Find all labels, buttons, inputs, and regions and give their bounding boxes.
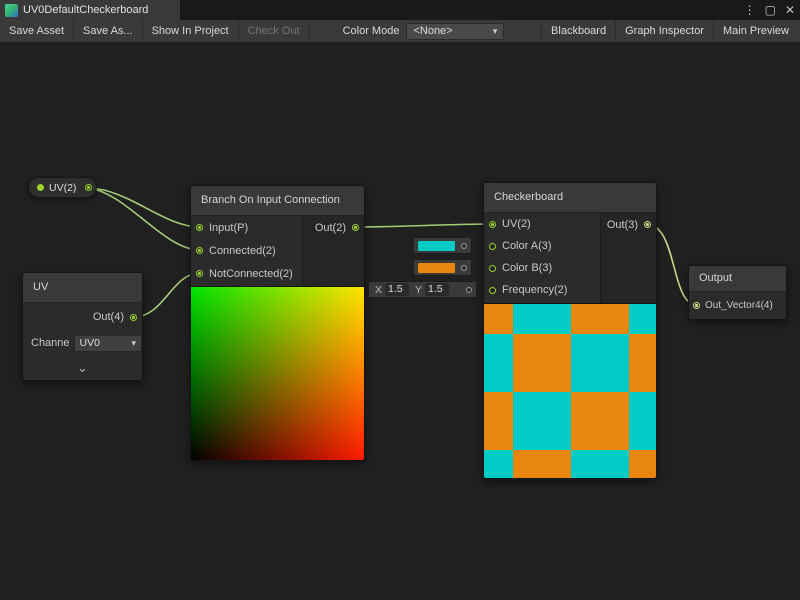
save-asset-button[interactable]: Save Asset [0,20,73,42]
checkerboard-node-header[interactable]: Checkerboard [484,183,656,213]
toolbar-right-group: Blackboard Graph Inspector Main Preview [541,20,798,42]
chevron-down-icon: ▾ [493,26,498,37]
branch-notconnected-label: NotConnected(2) [209,268,293,280]
toolbar: Save Asset Save As... Show In Project Ch… [0,20,800,43]
chevron-down-icon: ▾ [131,338,136,349]
checkerboard-color-b-port[interactable] [489,265,496,272]
branch-uv-gradient-preview [191,286,364,460]
output-input-row: Out_Vector4(4) [689,292,786,319]
checkerboard-frequency-label: Frequency(2) [502,284,567,296]
branch-connected-label: Connected(2) [209,245,276,257]
widget-connector-dot [461,265,467,271]
frequency-y-label: Y [415,284,422,296]
color-mode-value: <None> [413,24,488,39]
checkerboard-color-a-port[interactable] [489,243,496,250]
branch-connected-port[interactable] [196,247,203,254]
branch-output-column: Out(2) [302,216,364,286]
output-node-header[interactable]: Output [689,266,786,292]
checkerboard-out-label: Out(3) [607,219,638,231]
uv-node[interactable]: UV Out(4) Channe UV0 ▾ ⌄ [22,272,143,381]
uv-out4-port[interactable] [130,314,137,321]
show-in-project-button[interactable]: Show In Project [143,20,238,42]
node-collapse-chevron-icon[interactable]: ⌄ [23,355,142,380]
frequency-y-field[interactable]: 1.5 [425,283,449,296]
save-as-button[interactable]: Save As... [74,20,142,42]
uv-node-title: UV [33,281,48,293]
more-menu-icon[interactable]: ⋮ [744,0,756,20]
color-mode-dropdown[interactable]: <None> ▾ [406,23,504,40]
uv-channel-dropdown[interactable]: UV0 ▾ [74,335,142,352]
color-b-swatch[interactable] [418,263,455,273]
output-node-title: Output [699,272,732,284]
main-preview-toggle-button[interactable]: Main Preview [714,20,798,42]
branch-notconnected-port[interactable] [196,270,203,277]
branch-out-row: Out(2) [303,216,364,239]
shader-graph-window: UV0DefaultCheckerboard ⋮ ▢ ✕ Save Asset … [0,0,800,600]
frequency-x-label: X [375,284,382,296]
checkerboard-color-b-label: Color B(3) [502,262,552,274]
uv-out-label: Out(4) [93,311,124,323]
frequency-vector-widget: X 1.5 Y 1.5 [368,281,477,298]
checkerboard-uv-label: UV(2) [502,218,531,230]
property-exposed-dot [37,184,44,191]
checkerboard-out3-port[interactable] [644,221,651,228]
output-node[interactable]: Output Out_Vector4(4) [688,265,787,320]
branch-out2-port[interactable] [352,224,359,231]
branch-out-label: Out(2) [315,222,346,234]
blackboard-toggle-button[interactable]: Blackboard [542,20,615,42]
output-out-vector4-label: Out_Vector4(4) [705,300,773,311]
color-mode-label: Color Mode [336,20,407,42]
uv-property-output-port[interactable] [85,184,92,191]
branch-input-p-port[interactable] [196,224,203,231]
graph-inspector-toggle-button[interactable]: Graph Inspector [616,20,713,42]
checkerboard-node[interactable]: Checkerboard Out(3) UV(2) Color A(3) Col… [483,182,657,479]
checkerboard-uv-port[interactable] [489,221,496,228]
branch-on-input-connection-node[interactable]: Branch On Input Connection Out(2) Input(… [190,185,365,461]
checkerboard-node-title: Checkerboard [494,191,563,203]
close-icon[interactable]: ✕ [785,0,795,20]
maximize-icon[interactable]: ▢ [765,0,776,20]
checkerboard-frequency-port[interactable] [489,287,496,294]
window-controls: ⋮ ▢ ✕ [744,0,795,20]
color-b-swatch-widget[interactable] [413,259,472,276]
branch-node-title: Branch On Input Connection [201,194,340,206]
title-bar: UV0DefaultCheckerboard ⋮ ▢ ✕ [0,0,800,20]
checkerboard-output-column: Out(3) [600,213,656,303]
color-a-swatch[interactable] [418,241,455,251]
check-out-button: Check Out [239,20,309,42]
uv-channel-row: Channe UV0 ▾ [23,331,142,355]
tab-title: UV0DefaultCheckerboard [23,4,148,16]
tab-uv0defaultcheckerboard[interactable]: UV0DefaultCheckerboard [0,0,180,20]
branch-input-p-label: Input(P) [209,222,248,234]
frequency-x-field[interactable]: 1.5 [385,283,409,296]
uv-channel-label: Channe [31,337,70,349]
uv-property-label: UV(2) [49,182,76,194]
toolbar-separator [309,20,310,42]
checkerboard-out-row: Out(3) [601,213,656,236]
output-out-vector4-port[interactable] [693,302,700,309]
uv-node-header[interactable]: UV [23,273,142,303]
checkerboard-preview [484,303,656,478]
shader-graph-asset-icon [5,4,18,17]
uv-channel-value: UV0 [80,337,132,349]
checkerboard-color-a-label: Color A(3) [502,240,552,252]
uv-property-node[interactable]: UV(2) [28,177,97,198]
uv-out-row: Out(4) [23,303,142,331]
widget-connector-dot [466,287,472,293]
color-a-swatch-widget[interactable] [413,237,472,254]
branch-node-header[interactable]: Branch On Input Connection [191,186,364,216]
widget-connector-dot [461,243,467,249]
